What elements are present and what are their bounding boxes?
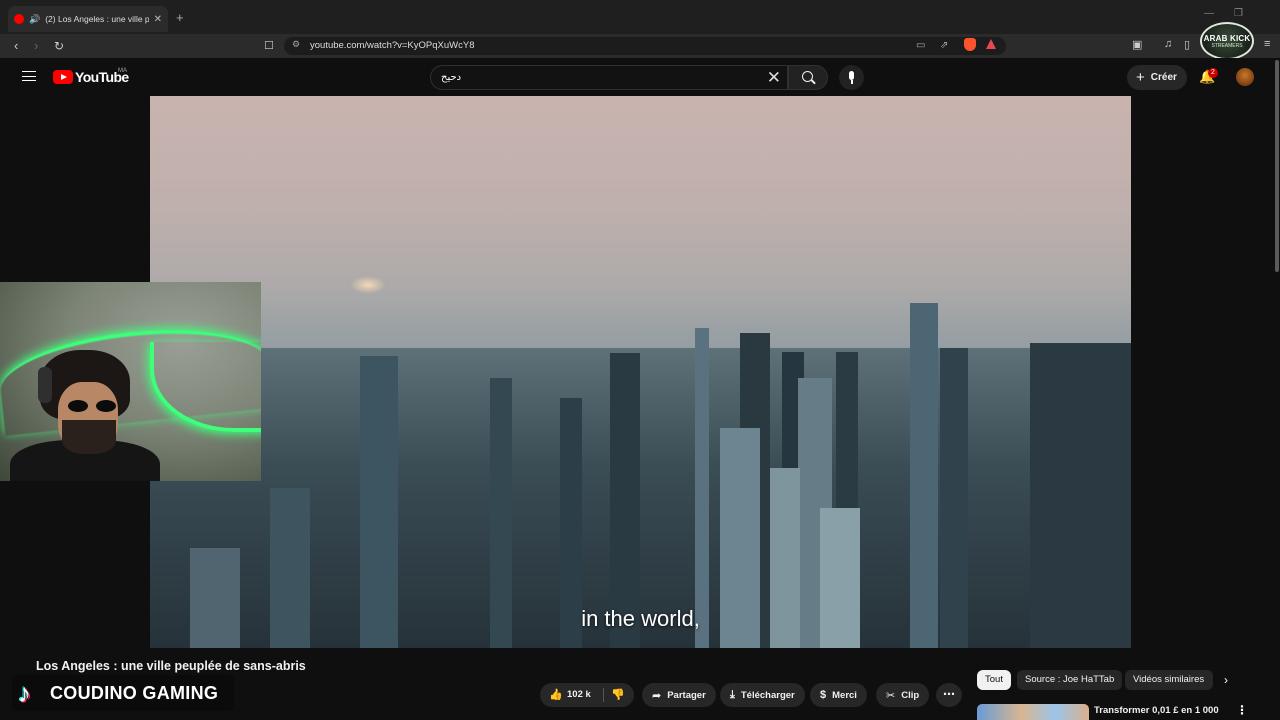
streamer-webcam [0, 282, 261, 481]
chip-similar[interactable]: Vidéos similaires [1125, 670, 1213, 690]
media-controls-icon[interactable]: ♫ [1164, 38, 1172, 50]
chip-source[interactable]: Source : Joe HaTTab [1017, 670, 1123, 690]
download-button[interactable]: ⤓ Télécharger [720, 683, 805, 707]
search-icon [802, 71, 813, 82]
more-actions-icon[interactable]: ⋯ [936, 683, 962, 707]
youtube-masthead: YouTube MA دحيح ✕ + Créer 🔔 2 [0, 58, 1280, 96]
forward-icon[interactable]: › [34, 38, 38, 54]
audio-playing-icon[interactable]: 🔊 [29, 14, 40, 25]
download-label: Télécharger [740, 689, 795, 701]
chip-all[interactable]: Tout [977, 670, 1011, 690]
share-page-icon[interactable]: ⇗ [940, 40, 948, 51]
haze-layer [150, 286, 1131, 346]
share-label: Partager [667, 689, 706, 701]
tab-close-icon[interactable]: ✕ [154, 14, 162, 25]
reload-icon[interactable]: ↻ [54, 38, 64, 54]
url-text: youtube.com/watch?v=KyOPqXuWcY8 [310, 40, 475, 51]
bookmark-icon[interactable]: ☐ [264, 38, 274, 54]
recommendation-title[interactable]: Transformer 0,01 £ en 1 000 [1094, 705, 1219, 716]
tab-title: (2) Los Angeles : une ville pe [45, 14, 149, 24]
sidebar-icon[interactable]: ▯ [1184, 38, 1190, 51]
browser-toolbar: ‹ › ↻ ☐ ⚙ youtube.com/watch?v=KyOPqXuWcY… [0, 34, 1280, 58]
recommendation-more-icon[interactable]: ⋮ [1236, 703, 1248, 717]
clear-search-icon[interactable]: ✕ [767, 67, 781, 89]
badge-title: ARAB KICK [1203, 33, 1251, 43]
video-title: Los Angeles : une ville peuplée de sans-… [36, 659, 306, 673]
cast-icon[interactable]: ▭ [916, 40, 925, 51]
arab-kick-badge-logo: ARAB KICK STREAMERS [1200, 22, 1254, 60]
download-icon: ⤓ [730, 688, 735, 701]
youtube-favicon-icon [14, 14, 24, 24]
clip-button[interactable]: ✂ Clip [876, 683, 930, 707]
recommendation-thumbnail[interactable] [977, 704, 1089, 720]
scissors-icon: ✂ [886, 689, 896, 702]
site-info-icon[interactable]: ⚙ [292, 39, 300, 50]
browser-tab[interactable]: 🔊 (2) Los Angeles : une ville pe ✕ [8, 6, 168, 32]
notification-count-badge: 2 [1208, 68, 1218, 78]
video-subtitle: in the world, [581, 606, 700, 631]
tiktok-logo-icon: ♪ [18, 678, 31, 708]
new-tab-icon[interactable]: + [176, 10, 184, 25]
tiktok-watermark: ♪ COUDINO GAMING [12, 675, 234, 711]
minimize-icon[interactable]: — [1204, 8, 1214, 19]
like-icon[interactable]: 👍 [549, 688, 563, 701]
brave-rewards-icon[interactable] [986, 39, 996, 49]
chevron-right-icon[interactable]: › [1224, 673, 1228, 687]
thanks-button[interactable]: $ Merci [810, 683, 867, 707]
like-dislike-group: 👍 102 k 👎 [540, 683, 634, 707]
wallet-icon[interactable]: ▣ [1132, 38, 1142, 51]
create-button[interactable]: + Créer [1127, 65, 1187, 90]
badge-subtitle: STREAMERS [1211, 42, 1243, 49]
thanks-label: Merci [832, 689, 857, 701]
search-button[interactable] [788, 65, 828, 90]
browser-tab-bar: 🔊 (2) Los Angeles : une ville pe ✕ + — ❐ [0, 0, 1280, 34]
thanks-icon: $ [820, 689, 827, 701]
voice-search-button[interactable] [839, 65, 864, 90]
microphone-icon [849, 71, 854, 80]
guide-menu-icon[interactable] [22, 71, 36, 81]
streamer-name: COUDINO GAMING [50, 683, 219, 703]
share-icon: ➦ [652, 689, 662, 702]
country-code: MA [118, 68, 127, 74]
video-player[interactable]: in the world, [150, 96, 1131, 648]
page-scrollbar[interactable] [1275, 60, 1279, 272]
dislike-icon[interactable]: 👎 [611, 688, 625, 701]
clip-label: Clip [901, 689, 920, 701]
search-input[interactable]: دحيح ✕ [430, 65, 788, 90]
search-query: دحيح [441, 72, 462, 83]
create-label: Créer [1150, 72, 1177, 83]
brave-shields-icon[interactable] [964, 38, 976, 51]
address-bar[interactable]: ⚙ youtube.com/watch?v=KyOPqXuWcY8 ▭ ⇗ [284, 37, 1006, 55]
headset-icon [38, 367, 52, 403]
share-button[interactable]: ➦ Partager [642, 683, 716, 707]
plus-icon: + [1136, 69, 1145, 86]
account-avatar[interactable] [1236, 68, 1254, 86]
restore-icon[interactable]: ❐ [1234, 8, 1243, 19]
menu-icon[interactable]: ≡ [1264, 38, 1270, 50]
youtube-logo-icon[interactable] [53, 70, 73, 84]
like-count[interactable]: 102 k [567, 689, 591, 700]
back-icon[interactable]: ‹ [14, 38, 18, 54]
